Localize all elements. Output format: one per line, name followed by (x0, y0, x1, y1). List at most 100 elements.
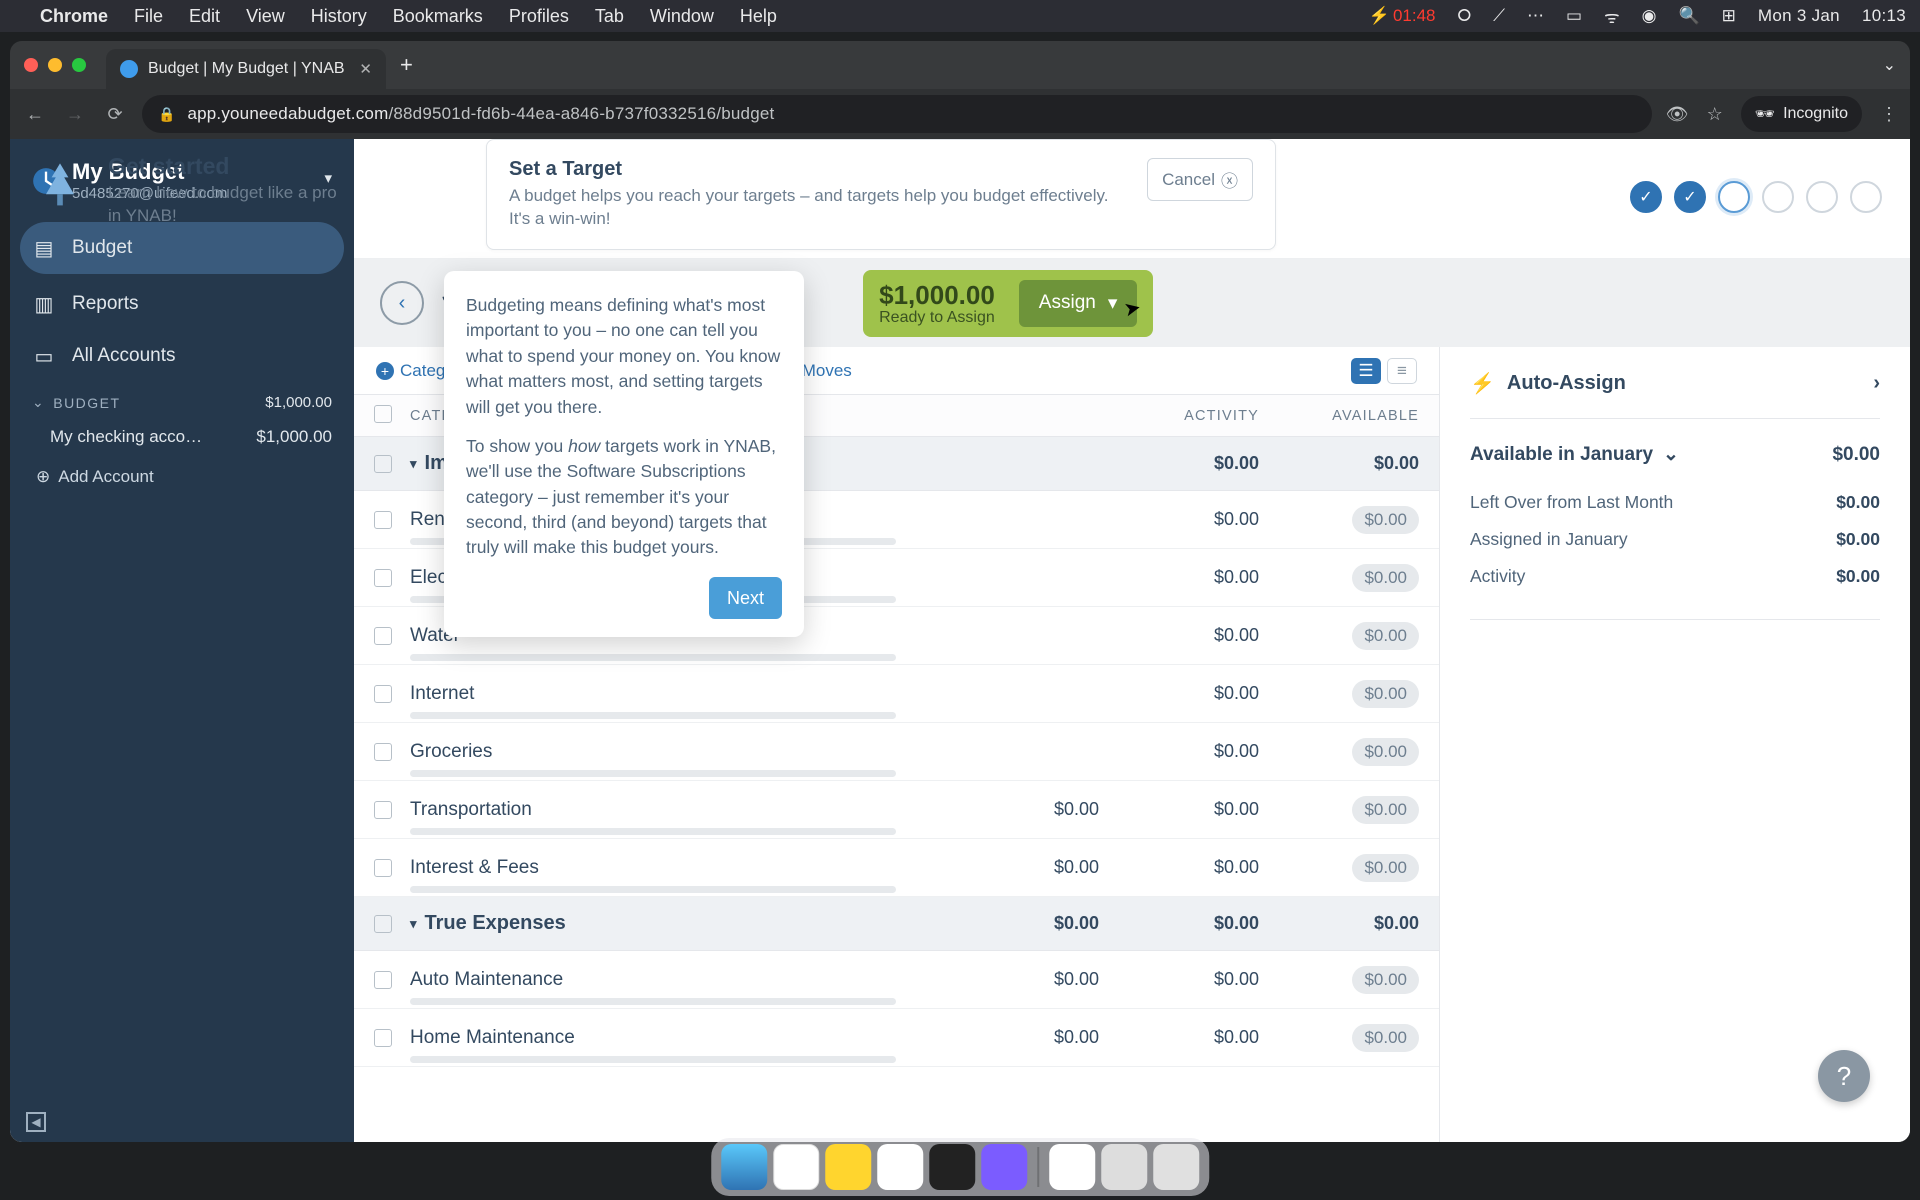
app-name[interactable]: Chrome (40, 6, 108, 27)
nav-all-accounts[interactable]: ▭ All Accounts (10, 330, 354, 382)
close-window-icon[interactable] (24, 58, 38, 72)
close-tab-icon[interactable]: ✕ (359, 60, 372, 78)
dock-app-notes[interactable] (825, 1144, 871, 1190)
assigned-cell[interactable]: $0.00 (939, 857, 1099, 878)
menu-window[interactable]: Window (650, 6, 714, 27)
progress-step[interactable] (1762, 181, 1794, 213)
menu-edit[interactable]: Edit (189, 6, 220, 27)
progress-step[interactable]: ✓ (1630, 181, 1662, 213)
control-center-icon[interactable]: ◉ (1642, 6, 1657, 26)
category-row[interactable]: Auto Maintenance$0.00$0.00$0.00 (354, 951, 1439, 1009)
battery-icon[interactable]: ▭ (1566, 6, 1582, 26)
available-summary-toggle[interactable]: Available in January ⌄ $0.00 (1470, 443, 1880, 466)
progress-step[interactable] (1850, 181, 1882, 213)
auto-assign-button[interactable]: ⚡ Auto-Assign › (1470, 371, 1880, 419)
row-checkbox[interactable] (374, 511, 392, 529)
status-icon[interactable]: ⋯ (1527, 6, 1544, 26)
collapse-sidebar-icon[interactable]: ◀ (26, 1112, 46, 1132)
assigned-cell[interactable]: $0.00 (939, 799, 1099, 820)
progress-step[interactable]: ✓ (1674, 181, 1706, 213)
progress-step[interactable] (1718, 181, 1750, 213)
category-row[interactable]: Interest & Fees$0.00$0.00$0.00 (354, 839, 1439, 897)
macos-dock[interactable] (711, 1138, 1209, 1196)
dock-app[interactable] (877, 1144, 923, 1190)
dock-item[interactable] (1101, 1144, 1147, 1190)
dock-app-chrome[interactable] (773, 1144, 819, 1190)
menu-file[interactable]: File (134, 6, 163, 27)
chrome-menu-icon[interactable]: ⋮ (1880, 104, 1898, 125)
select-all-checkbox[interactable] (374, 405, 392, 423)
available-cell[interactable]: $0.00 (1259, 1024, 1419, 1052)
row-checkbox[interactable] (374, 743, 392, 761)
category-row[interactable]: Groceries$0.00$0.00 (354, 723, 1439, 781)
lock-icon[interactable]: 🔒 (158, 106, 175, 123)
dock-trash[interactable] (1153, 1144, 1199, 1190)
available-cell[interactable]: $0.00 (1259, 966, 1419, 994)
menu-bookmarks[interactable]: Bookmarks (393, 6, 483, 27)
menu-view[interactable]: View (246, 6, 285, 27)
dock-app[interactable] (981, 1144, 1027, 1190)
back-button[interactable]: ← (22, 104, 48, 125)
group-checkbox[interactable] (374, 915, 392, 933)
row-checkbox[interactable] (374, 569, 392, 587)
view-toggle-detailed[interactable]: ☰ (1351, 358, 1381, 384)
available-cell[interactable]: $0.00 (1259, 738, 1419, 766)
fullscreen-window-icon[interactable] (72, 58, 86, 72)
add-account-button[interactable]: ⊕ Add Account (32, 455, 332, 487)
progress-step[interactable] (1806, 181, 1838, 213)
col-activity[interactable]: ACTIVITY (1099, 408, 1259, 424)
menubar-date[interactable]: Mon 3 Jan (1758, 6, 1840, 26)
next-button[interactable]: Next (709, 577, 782, 619)
assigned-cell[interactable]: $0.00 (939, 1027, 1099, 1048)
tab-overflow-icon[interactable]: ⌄ (1883, 55, 1896, 75)
wifi-icon[interactable]: ᯤ (1604, 5, 1620, 28)
nav-budget[interactable]: ▤ Budget (20, 222, 344, 274)
category-row[interactable]: Home Maintenance$0.00$0.00$0.00 (354, 1009, 1439, 1067)
cancel-button[interactable]: Cancel ⓧ (1147, 158, 1253, 201)
dock-app-terminal[interactable] (929, 1144, 975, 1190)
row-checkbox[interactable] (374, 1029, 392, 1047)
spotlight-icon[interactable]: 🔍 (1678, 6, 1699, 26)
category-group-row[interactable]: ▾True Expenses$0.00$0.00$0.00 (354, 897, 1439, 951)
category-row[interactable]: Transportation$0.00$0.00$0.00 (354, 781, 1439, 839)
menu-tab[interactable]: Tab (595, 6, 624, 27)
available-cell[interactable]: $0.00 (1259, 506, 1419, 534)
row-checkbox[interactable] (374, 685, 392, 703)
category-row[interactable]: Internet$0.00$0.00 (354, 665, 1439, 723)
bookmark-star-icon[interactable]: ☆ (1707, 104, 1723, 125)
available-cell[interactable]: $0.00 (1259, 564, 1419, 592)
eye-off-icon[interactable]: 👁 (1666, 104, 1689, 125)
nav-reports[interactable]: ▥ Reports (10, 278, 354, 330)
row-checkbox[interactable] (374, 971, 392, 989)
col-available[interactable]: AVAILABLE (1259, 408, 1419, 424)
status-icon[interactable]: ⟋ (1493, 6, 1505, 26)
available-cell[interactable]: $0.00 (1259, 854, 1419, 882)
assign-button[interactable]: Assign ▾ (1019, 280, 1138, 327)
row-checkbox[interactable] (374, 859, 392, 877)
menu-help[interactable]: Help (740, 6, 777, 27)
battery-status[interactable]: ⚡01:48 (1369, 6, 1436, 26)
new-tab-button[interactable]: + (386, 52, 427, 78)
status-icon[interactable]: ⭘ (1457, 6, 1471, 26)
help-button[interactable]: ? (1818, 1050, 1870, 1102)
incognito-badge[interactable]: 🕶 Incognito (1741, 96, 1862, 132)
reload-button[interactable]: ⟳ (102, 104, 128, 125)
available-cell[interactable]: $0.00 (1259, 796, 1419, 824)
menu-profiles[interactable]: Profiles (509, 6, 569, 27)
assigned-cell[interactable]: $0.00 (939, 969, 1099, 990)
account-row[interactable]: My checking acco… $1,000.00 (32, 419, 332, 455)
menubar-time[interactable]: 10:13 (1862, 6, 1906, 26)
accounts-section-head[interactable]: ⌄ BUDGET $1,000.00 (32, 394, 332, 411)
group-checkbox[interactable] (374, 455, 392, 473)
minimize-window-icon[interactable] (48, 58, 62, 72)
row-checkbox[interactable] (374, 801, 392, 819)
row-checkbox[interactable] (374, 627, 392, 645)
dock-item[interactable] (1049, 1144, 1095, 1190)
view-toggle-compact[interactable]: ≡ (1387, 358, 1417, 384)
window-controls[interactable] (24, 58, 86, 72)
menu-history[interactable]: History (311, 6, 367, 27)
omnibox[interactable]: 🔒 app.youneedabudget.com/88d9501d-fd6b-4… (142, 95, 1652, 133)
available-cell[interactable]: $0.00 (1259, 680, 1419, 708)
available-cell[interactable]: $0.00 (1259, 622, 1419, 650)
toolbox-icon[interactable]: ⊞ (1722, 6, 1736, 26)
